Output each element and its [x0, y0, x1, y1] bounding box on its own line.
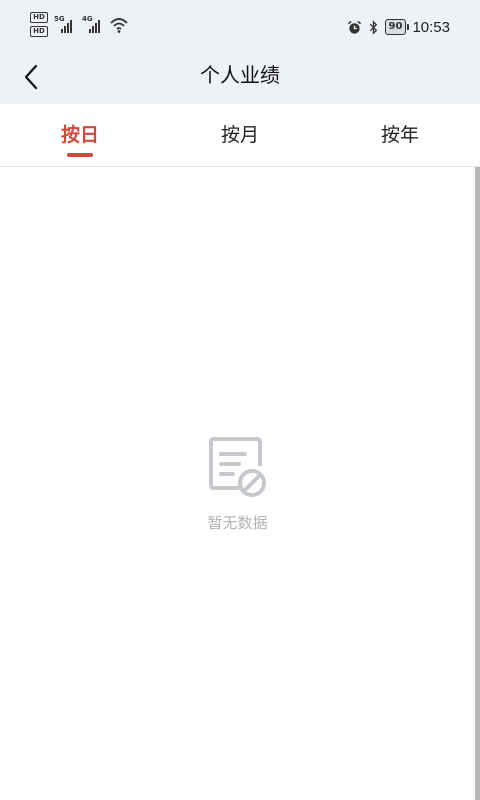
tab-year[interactable]: 按年 — [320, 104, 480, 166]
wifi-icon — [110, 18, 128, 33]
empty-state: 暂无数据 — [0, 436, 475, 533]
status-right: 90 10:53 — [347, 17, 450, 37]
back-button[interactable] — [14, 60, 48, 94]
battery-icon: 90 — [384, 19, 410, 35]
signal-icon: 4G — [82, 12, 104, 34]
tab-bar: 按日 按月 按年 — [0, 104, 480, 167]
alarm-icon — [347, 20, 361, 34]
signal-icon: 5G — [54, 12, 76, 34]
status-bar: HD HD 5G 4G 90 10:53 — [0, 0, 480, 50]
status-left: HD HD 5G 4G — [30, 12, 128, 40]
empty-state-text: 暂无数据 — [207, 514, 268, 532]
status-time: 10:53 — [412, 18, 450, 36]
tab-year-label: 按年 — [380, 124, 419, 146]
nav-bar: 个人业绩 — [0, 50, 480, 104]
chevron-left-icon — [24, 64, 38, 90]
tab-day[interactable]: 按日 — [0, 104, 160, 166]
scrollbar[interactable] — [475, 167, 480, 800]
hd-icon: HD — [30, 12, 48, 23]
hd-icon: HD — [30, 26, 48, 37]
top-area: HD HD 5G 4G 90 10:53 个人业绩 — [0, 0, 480, 104]
page-title: 个人业绩 — [200, 63, 280, 87]
active-tab-indicator — [67, 153, 93, 157]
hd-badges: HD HD — [30, 12, 48, 37]
tab-month-label: 按月 — [220, 124, 259, 146]
tab-month[interactable]: 按月 — [160, 104, 320, 166]
no-data-document-icon — [208, 437, 266, 497]
bluetooth-icon — [369, 19, 377, 35]
